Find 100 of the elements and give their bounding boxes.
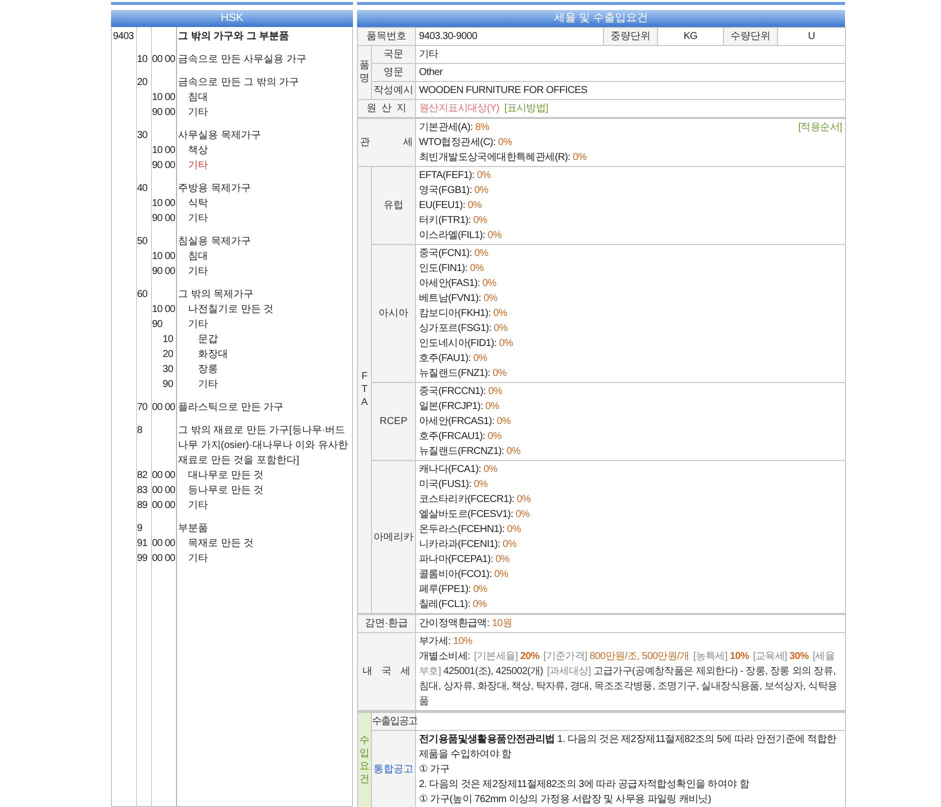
hs-description: 그 밖의 가구와 그 부분품 [177,30,290,44]
tax-rate: 인도네시아(FID1): 0% [419,337,514,351]
row-label: 수량단위 [724,28,778,46]
hs-code: 00 00 [151,53,176,67]
hs-description[interactable]: 침대 [176,249,352,264]
tax-rate: 베트남(FVN1): 0% [419,292,498,306]
item-number: 9403.30-9000 [416,28,604,46]
tax-rate: 페루(FPE1): 0% [419,583,488,597]
hs-code: 40 [136,182,148,196]
panel-header: HSK [111,10,353,27]
hs-code: 8 [136,424,144,438]
row-label: 감면·환급 [358,614,416,632]
tax-rate: 기본관세(A): 8% [419,121,490,135]
hs-description[interactable]: 식탁 [176,196,352,211]
hs-code: 90 [151,318,164,332]
tax-rate: 캐나다(FCA1): 0% [419,463,498,477]
tax-rate: 캄보디아(FKH1): 0% [419,307,508,321]
panel-header: 세율 및 수출입요건 [357,10,845,27]
tax-rate: 부가세: 10% [419,635,474,649]
hs-description[interactable]: 침실용 목제가구 [176,234,352,249]
hs-description[interactable]: 기타 [176,158,352,173]
hs-code: 70 [136,401,148,415]
requirement-text: ① 가구(높이 762mm 이상의 가정용 서랍장 및 사무용 파일링 캐비닛) [419,793,712,807]
hs-code: 10 00 [151,144,176,158]
row-label: 작성예시 [372,82,416,100]
tax-rate: WTO협정관세(C): 0% [419,136,513,150]
hs-code: 91 [136,537,148,551]
hs-code: 30 [162,363,174,377]
hs-description[interactable]: 그 밖의 재료로 만든 가구[등나무·버드나무 가지(osier)·대나무나 이와 유사한 재료로 만든 것을 포함한다] [176,423,352,468]
hs-description[interactable]: 사무실용 목제가구 [176,128,352,143]
row-label: FTA [358,166,372,614]
tax-rate: 이스라엘(FIL1): 0% [419,229,502,243]
tax-rate: 온두라스(FCEHN1): 0% [419,523,522,537]
hs-code: 00 00 [151,552,176,566]
row-label: 중량단위 [604,28,658,46]
tax-rate: 간이정액환급액: 10원 [419,617,514,631]
hs-code: 90 00 [151,212,176,226]
weight-unit: KG [658,28,724,46]
hs-code: 10 00 [151,250,176,264]
hs-description[interactable]: 목재로 만든 것 [176,536,352,551]
hs-code: 10 00 [151,303,176,317]
hs-description[interactable]: 기타 [176,105,352,120]
notice-link[interactable]: 통합공고 [374,764,414,775]
hs-description[interactable]: 기타 [176,317,352,332]
tax-rate: 뉴질랜드(FNZ1): 0% [419,367,508,381]
hs-description[interactable]: 등나무로 만든 것 [176,483,352,498]
hs-description[interactable]: 대나무로 만든 것 [176,468,352,483]
hs-code: 00 00 [151,401,176,415]
hs-description[interactable]: 문갑 [176,332,352,347]
hs-code: 10 [162,333,174,347]
hs-description[interactable]: 화장대 [176,347,352,362]
hs-description[interactable]: 기타 [176,551,352,566]
hs-code: 20 [162,348,174,362]
tax-rate: 뉴질랜드(FRCNZ1): 0% [419,445,522,459]
hs-description[interactable]: 플라스틱으로 만든 가구 [176,400,352,415]
tax-rate: 인도(FIN1): 0% [419,262,485,276]
hs-description[interactable]: 책상 [176,143,352,158]
hs-code: 83 [136,484,148,498]
hs-description[interactable]: 기타 [176,211,352,226]
hs-code: 00 00 [151,499,176,513]
hs-description[interactable]: 금속으로 만든 사무실용 가구 [176,52,352,67]
hs-description[interactable]: 침대 [176,90,352,105]
hs-code: 90 00 [151,265,176,279]
tax-rate: 영국(FGB1): 0% [419,184,490,198]
hs-description[interactable]: 부분품 [176,521,352,536]
tax-rate: 아세안(FAS1): 0% [419,277,498,291]
row-label: 영문 [372,64,416,82]
row-label: 수입요건 [358,712,372,807]
requirement-text: 2. 다음의 것은 제2장제11절제82조의 3에 따라 공급자적합성확인을 하여야 함 [419,778,750,792]
hs-description[interactable]: 그 밖의 목제가구 [176,287,352,302]
tax-rate: 일본(FRCJP1): 0% [419,400,500,414]
hs-description[interactable]: 장롱 [176,362,352,377]
row-label: 관 세 [358,118,416,166]
hs-description[interactable]: 기타 [176,377,352,392]
hs-description[interactable]: 금속으로 만든 그 밖의 가구 [176,75,352,90]
hs-code: 50 [136,235,148,249]
tax-rate: 중국(FRCCN1): 0% [419,385,504,399]
region-label: 유럽 [372,166,416,244]
tax-rate: 호주(FAU1): 0% [419,352,488,366]
row-label: 수출입공고 [372,716,417,727]
tax-rate: 콜롬비아(FCO1): 0% [419,568,510,582]
tax-rate: 미국(FUS1): 0% [419,478,489,492]
hs-code: 60 [136,288,148,302]
requirement-text: ① 가구 [419,763,451,777]
hs-description[interactable]: 주방용 목제가구 [176,181,352,196]
tax-rate: 최빈개발도상국에대한특혜관세(R): 0% [419,151,587,165]
hs-code: 00 00 [151,469,176,483]
tax-rate: 코스타리카(FCECR1): 0% [419,493,532,507]
hs-code: 30 [136,129,148,143]
hs-code: 20 [136,76,148,90]
region-label: 아시아 [372,244,416,382]
hs-code: 9 [136,522,144,536]
hs-code: 89 [136,499,148,513]
hs-description[interactable]: 기타 [176,264,352,279]
item-name: WOODEN FURNITURE FOR OFFICES [416,82,846,100]
hs-code: 00 00 [151,537,176,551]
hs-description[interactable]: 나전칠기로 만든 것 [176,302,352,317]
hs-code: 90 00 [151,106,176,120]
tax-rate: 칠레(FCL1): 0% [419,598,488,612]
hs-description[interactable]: 기타 [176,498,352,513]
